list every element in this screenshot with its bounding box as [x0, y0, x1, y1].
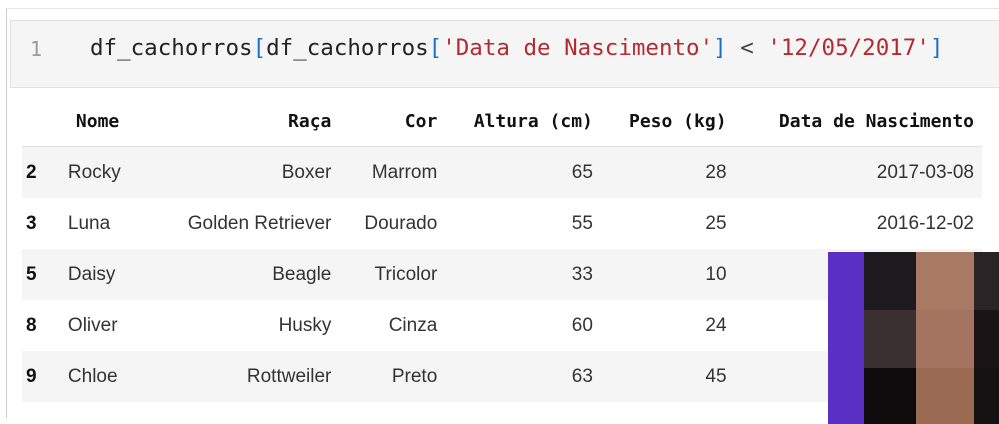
code-token: df_cachorros: [266, 35, 429, 61]
code-token: 'Data de Nascimento': [442, 35, 714, 61]
cell-raca: Husky: [278, 314, 332, 336]
cell-nome: Rocky: [59, 146, 154, 198]
row-index: 2: [22, 146, 60, 198]
cell-peso: 28: [600, 146, 735, 198]
cell-altura: 55: [571, 212, 593, 234]
cell-altura: 63: [445, 351, 601, 402]
code-token: <: [726, 35, 768, 61]
header-data-nascimento: Data de Nascimento: [734, 96, 982, 147]
cell-raca: Rottweiler: [153, 351, 340, 402]
cell-cor: Cinza: [388, 314, 438, 336]
pixelated-webcam-overlay: [828, 252, 999, 424]
pixel-block: [974, 252, 999, 310]
pixel-block: [916, 310, 974, 368]
pixel-block: [828, 310, 864, 368]
header-raca: Raça: [153, 96, 340, 147]
code-line[interactable]: df_cachorros[df_cachorros['Data de Nasci…: [90, 35, 943, 61]
cell-peso: 45: [600, 351, 735, 402]
header-altura: Altura (cm): [445, 96, 601, 147]
line-number: 1: [30, 37, 43, 61]
cell-nome: Daisy: [59, 249, 154, 300]
cell-cor: Marrom: [339, 146, 446, 198]
cell-cor: Dourado: [364, 212, 438, 234]
code-token: [: [428, 35, 443, 61]
code-token: df_cachorros: [90, 35, 253, 61]
cell-peso: 25: [705, 212, 727, 234]
cell-cor: Preto: [339, 351, 446, 402]
code-token: ]: [713, 35, 727, 61]
cell-altura: 33: [445, 249, 601, 300]
cell-peso: 24: [705, 314, 727, 336]
header-cor: Cor: [339, 96, 446, 147]
row-index: 9: [22, 351, 60, 402]
cell-data: 2017-03-08: [734, 146, 982, 198]
header-peso: Peso (kg): [600, 96, 735, 147]
table-row: 2 Rocky Boxer Marrom 65 28 2017-03-08: [22, 146, 982, 198]
row-index: 3: [26, 212, 37, 234]
cell-raca: Golden Retriever: [187, 212, 332, 234]
cell-raca: Boxer: [153, 146, 340, 198]
cell-nome: Chloe: [59, 351, 154, 402]
pixel-block: [864, 252, 916, 310]
table-row: 3 Luna Golden Retriever Dourado 55 25 20…: [22, 198, 982, 249]
cell-peso: 10: [600, 249, 735, 300]
pixel-block: [974, 310, 999, 368]
code-token: [: [252, 35, 267, 61]
cell-altura: 65: [445, 146, 601, 198]
header-nome: Nome: [59, 96, 154, 147]
cell-nome: Oliver: [67, 314, 118, 336]
pixel-block: [864, 310, 916, 368]
cell-data: 2016-12-02: [876, 212, 974, 234]
row-index: 5: [22, 249, 60, 300]
pixel-block: [828, 252, 864, 310]
cell-nome: Luna: [67, 212, 111, 234]
header-index: [22, 96, 60, 147]
cell-cor: Tricolor: [339, 249, 446, 300]
pixel-block: [828, 368, 864, 424]
pixel-block: [864, 368, 916, 424]
cell-raca: Beagle: [153, 249, 340, 300]
code-token: ]: [929, 35, 944, 61]
code-token: '12/05/2017': [767, 35, 930, 61]
row-index: 8: [26, 314, 37, 336]
table-header-row: Nome Raça Cor Altura (cm) Peso (kg) Data…: [22, 96, 982, 147]
pixel-block: [916, 368, 974, 424]
pixel-block: [974, 368, 999, 424]
pixel-block: [916, 252, 974, 310]
cell-altura: 60: [571, 314, 593, 336]
